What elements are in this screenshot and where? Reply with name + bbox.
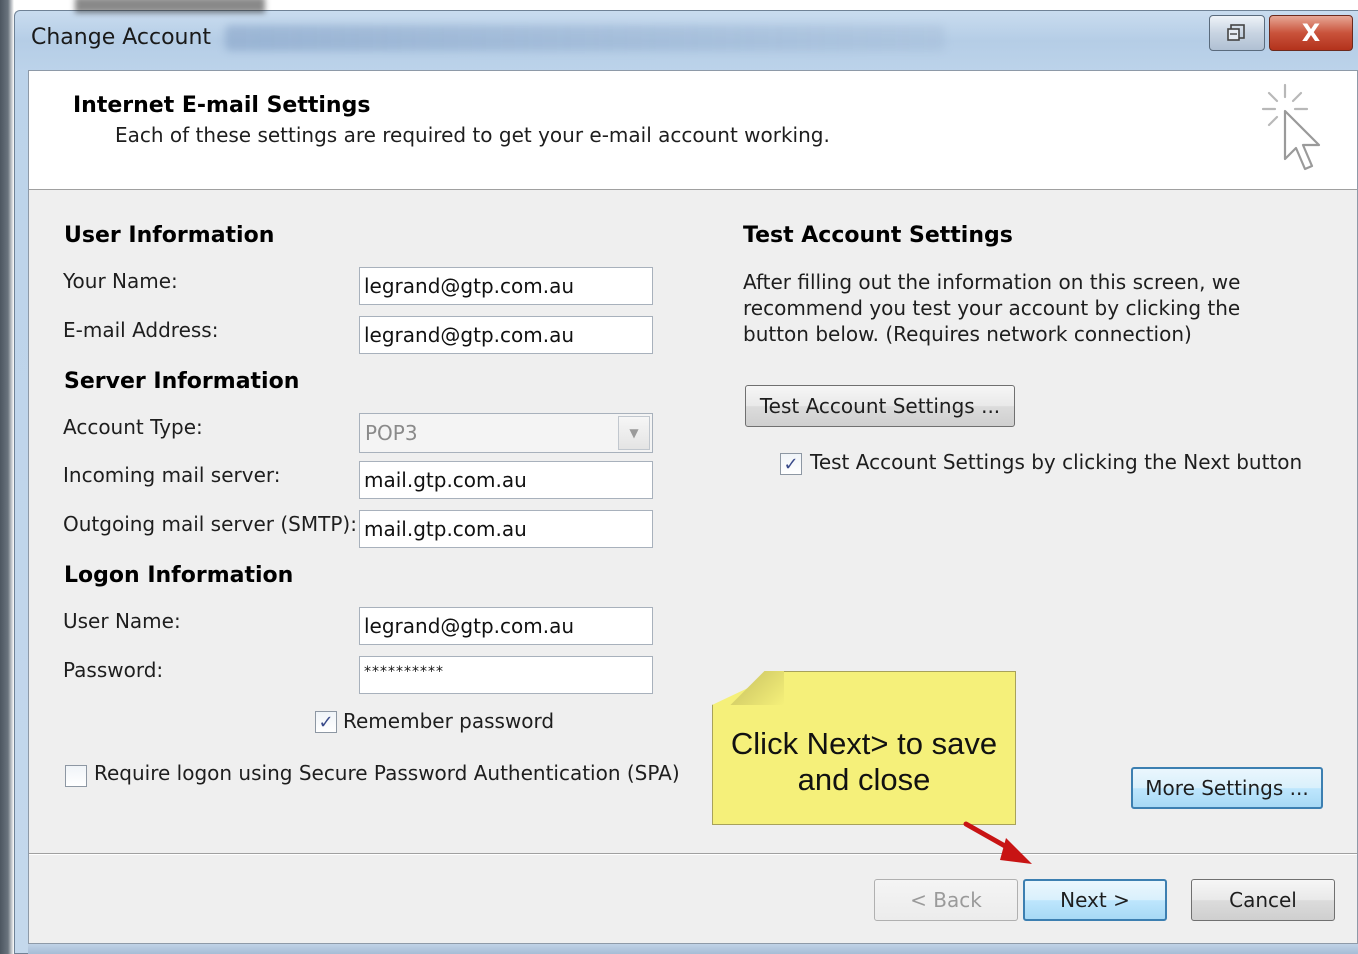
header-subtitle: Each of these settings are required to g… <box>115 123 830 147</box>
restore-icon <box>1227 24 1245 41</box>
header-title: Internet E-mail Settings <box>73 93 371 118</box>
email-address-label: E-mail Address: <box>63 318 219 342</box>
callout-line-1: Click Next> to save <box>730 726 998 761</box>
dialog-header: Internet E-mail Settings Each of these s… <box>29 71 1357 190</box>
user-name-label: User Name: <box>63 609 181 633</box>
user-info-heading: User Information <box>64 223 275 248</box>
spa-checkbox[interactable] <box>65 765 87 787</box>
footer-divider <box>29 853 1357 855</box>
email-address-input[interactable] <box>359 316 653 354</box>
restore-button[interactable] <box>1209 15 1265 51</box>
your-name-label: Your Name: <box>63 269 178 293</box>
more-settings-button[interactable]: More Settings ... <box>1131 767 1323 809</box>
callout-text: Click Next> to save and close <box>712 726 1016 798</box>
test-settings-heading: Test Account Settings <box>743 223 1013 248</box>
cursor-click-icon <box>1261 83 1321 171</box>
outgoing-server-label: Outgoing mail server (SMTP): <box>63 512 357 536</box>
incoming-server-input[interactable] <box>359 461 653 499</box>
account-type-label: Account Type: <box>63 415 203 439</box>
background-window-text <box>225 25 945 51</box>
title-bar[interactable]: Change Account X <box>15 0 1358 69</box>
password-label: Password: <box>63 658 164 682</box>
outgoing-server-input[interactable] <box>359 510 653 548</box>
logon-info-heading: Logon Information <box>64 563 294 588</box>
test-settings-description: After filling out the information on thi… <box>743 270 1241 346</box>
account-type-select: POP3 ▼ <box>359 413 653 453</box>
account-type-value: POP3 <box>365 421 418 445</box>
user-name-input[interactable] <box>359 607 653 645</box>
dialog-client-area: Internet E-mail Settings Each of these s… <box>28 70 1358 944</box>
close-icon: X <box>1301 19 1321 47</box>
next-button[interactable]: Next > <box>1023 879 1167 921</box>
test-account-settings-button[interactable]: Test Account Settings ... <box>745 385 1015 427</box>
password-input[interactable]: ********** <box>359 656 653 694</box>
remember-password-checkbox[interactable]: ✓ <box>315 711 337 733</box>
window-bottom-border <box>28 944 1358 954</box>
remember-password-label: Remember password <box>343 709 555 733</box>
incoming-server-label: Incoming mail server: <box>63 463 281 487</box>
spa-label: Require logon using Secure Password Auth… <box>94 761 680 785</box>
window-title: Change Account <box>31 25 212 50</box>
back-button[interactable]: < Back <box>874 879 1018 921</box>
callout-line-2: and close <box>797 762 931 797</box>
callout-fold <box>712 671 784 705</box>
your-name-input[interactable] <box>359 267 653 305</box>
test-on-next-label: Test Account Settings by clicking the Ne… <box>810 450 1303 474</box>
background-window-text <box>75 0 265 13</box>
test-on-next-checkbox[interactable]: ✓ <box>780 453 802 475</box>
server-info-heading: Server Information <box>64 369 300 394</box>
callout-arrow-icon <box>963 821 1032 864</box>
chevron-down-icon: ▼ <box>618 416 650 450</box>
close-button[interactable]: X <box>1269 15 1353 51</box>
cancel-button[interactable]: Cancel <box>1191 879 1335 921</box>
